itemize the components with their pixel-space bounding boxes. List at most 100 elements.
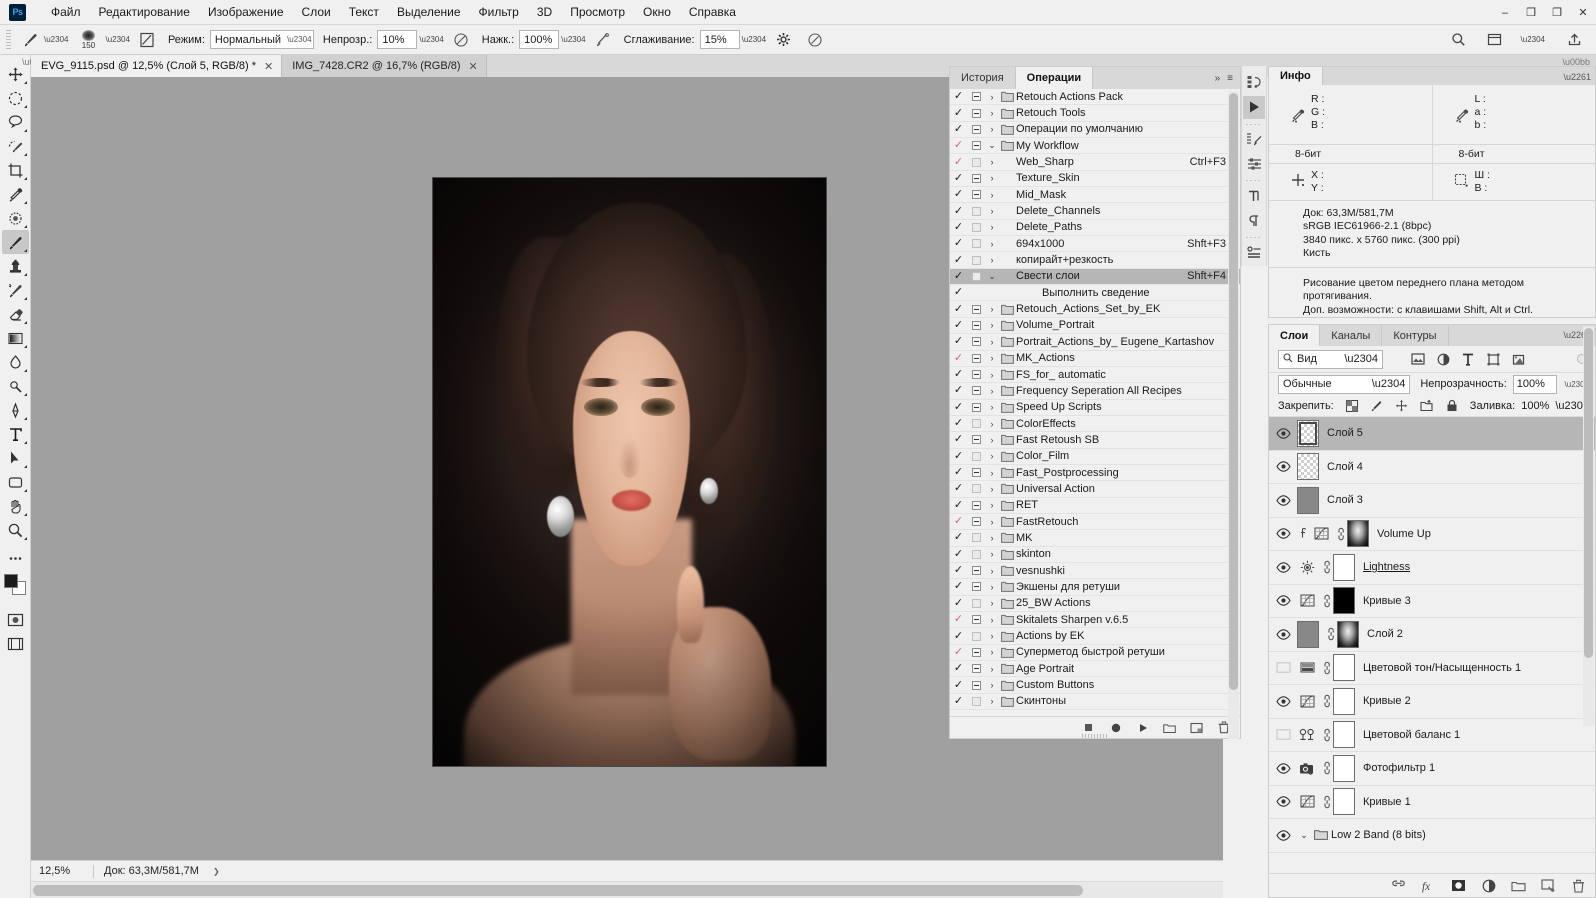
layer-mask-link-icon[interactable] [1317,761,1333,775]
menu-image[interactable]: Изображение [199,2,293,22]
layer-visibility-eye-icon[interactable] [1269,762,1297,774]
brush-presets-dock-icon[interactable] [1243,128,1265,151]
action-enabled-checkmark-icon[interactable]: ✓ [950,663,967,674]
smoothing-input[interactable]: 15% [699,30,740,49]
action-row[interactable]: ✓ › Skitalets Sharpen v.6.5 [950,612,1240,629]
action-enabled-checkmark-icon[interactable]: ✓ [950,140,967,151]
layer-name[interactable]: Lightness [1363,561,1583,573]
layer-visibility-eye-icon[interactable] [1269,796,1297,808]
action-row[interactable]: ✓ › FastRetouch [950,514,1240,531]
filter-smart-object-icon[interactable] [1511,352,1525,366]
action-dialog-toggle-icon[interactable] [967,320,985,330]
status-expand-icon[interactable]: ❯ [213,867,220,876]
layer-name[interactable]: Слой 3 [1327,494,1583,506]
brush-tool-icon[interactable] [18,28,42,52]
opacity-caret-icon[interactable]: \u2304 [417,35,448,44]
action-enabled-checkmark-icon[interactable]: ✓ [950,630,967,642]
chevron-right-icon[interactable]: › [985,566,999,576]
action-dialog-toggle-icon[interactable] [967,124,985,134]
action-dialog-toggle-icon[interactable] [967,239,985,249]
action-row[interactable]: ✓ › Retouch Actions Pack [950,89,1240,106]
layer-mask-link-icon[interactable] [1331,527,1347,541]
brush-tool[interactable] [1,230,29,254]
spot-healing-brush-tool[interactable] [2,206,29,230]
layer-name[interactable]: Слой 4 [1327,461,1583,473]
action-dialog-toggle-icon[interactable] [967,664,985,674]
layer-name[interactable]: Кривые 2 [1363,695,1583,707]
eraser-tool[interactable] [2,302,29,326]
brush-size-preview[interactable]: 150 [73,27,103,53]
layer-mask-thumbnail[interactable] [1333,687,1355,715]
action-dialog-toggle-icon[interactable] [967,696,985,706]
layer-mask-link-icon[interactable] [1317,728,1333,742]
layer-name[interactable]: Цветовой баланс 1 [1363,729,1583,741]
action-dialog-toggle-icon[interactable] [967,370,985,380]
chevron-right-icon[interactable]: › [985,222,999,232]
layer-thumbnail[interactable] [1297,419,1319,447]
action-enabled-checkmark-icon[interactable]: ✓ [950,597,967,609]
action-enabled-checkmark-icon[interactable]: ✓ [950,123,967,135]
layer-row[interactable]: Слой 2 [1269,618,1595,652]
filter-pixel-icon[interactable] [1411,352,1425,366]
chevron-right-icon[interactable]: › [985,451,999,461]
menu-edit[interactable]: Редактирование [90,2,199,22]
action-enabled-checkmark-icon[interactable]: ✓ [950,156,967,168]
chevron-right-icon[interactable]: › [985,598,999,608]
chevron-right-icon[interactable]: › [985,631,999,641]
brush-settings-panel-icon[interactable] [135,28,159,52]
layer-row[interactable]: Volume Up [1269,518,1595,551]
chevron-right-icon[interactable]: › [985,320,999,330]
hand-tool[interactable] [2,494,29,518]
tab-paths[interactable]: Контуры [1382,325,1449,346]
action-dialog-toggle-icon[interactable] [967,533,985,543]
action-row[interactable]: ✓ › vesnushki [950,563,1240,580]
brush-settings-dock-icon[interactable] [1243,153,1265,176]
action-row[interactable]: ✓ › MK [950,530,1240,547]
action-dialog-toggle-icon[interactable] [967,271,985,281]
action-dialog-toggle-icon[interactable] [967,582,985,592]
action-row[interactable]: ✓ › FS_for_ automatic [950,367,1240,384]
action-row[interactable]: ✓ ⌄ My Workflow [950,138,1240,155]
menu-layers[interactable]: Слои [293,2,340,22]
smoothing-gear-icon[interactable] [771,28,795,52]
action-dialog-toggle-icon[interactable] [967,500,985,510]
layer-visibility-eye-icon[interactable] [1269,461,1297,473]
dodge-tool[interactable] [2,374,29,398]
action-dialog-toggle-icon[interactable] [967,304,985,314]
action-dialog-toggle-icon[interactable] [967,484,985,494]
chevron-right-icon[interactable]: › [985,468,999,478]
action-row[interactable]: ✓ › Custom Buttons [950,677,1240,694]
layer-row[interactable]: Слой 4 [1269,451,1595,484]
action-dialog-toggle-icon[interactable] [967,615,985,625]
shape-tool[interactable] [2,470,29,494]
action-dialog-toggle-icon[interactable] [967,419,985,429]
chevron-right-icon[interactable]: › [985,664,999,674]
action-dialog-toggle-icon[interactable] [967,598,985,608]
collapse-panel-icon[interactable]: » [1215,73,1221,84]
foreground-color-swatch[interactable] [4,574,18,588]
action-row[interactable]: ✓ › skinton [950,547,1240,563]
action-row[interactable]: ✓ › 25_BW Actions [950,596,1240,612]
action-enabled-checkmark-icon[interactable]: ✓ [950,336,967,347]
chevron-right-icon[interactable]: › [985,696,999,706]
restore-button[interactable]: ❒ [1518,0,1544,25]
action-dialog-toggle-icon[interactable] [967,157,985,167]
action-dialog-toggle-icon[interactable] [967,206,985,216]
history-dock-icon[interactable] [1243,71,1265,94]
action-row[interactable]: ✓ Выполнить сведение [950,285,1240,302]
action-enabled-checkmark-icon[interactable]: ✓ [950,532,967,543]
chevron-right-icon[interactable]: › [985,304,999,314]
layer-name[interactable]: Volume Up [1377,528,1583,540]
lasso-tool[interactable] [2,110,29,134]
chevron-down-icon[interactable]: ⌄ [1297,830,1311,841]
del222ete-layer-icon[interactable] [1571,878,1586,893]
tab-channels[interactable]: Каналы [1320,325,1383,346]
action-dialog-toggle-icon[interactable] [967,631,985,641]
layer-fill-input[interactable]: 100% [1521,400,1549,412]
chevron-right-icon[interactable]: › [985,435,999,445]
action-row[interactable]: ✓ › Web_Sharp Ctrl+F3 [950,154,1240,171]
layer-mask-link-icon[interactable] [1317,560,1333,574]
action-dialog-toggle-icon[interactable] [967,386,985,396]
lock-all-icon[interactable] [1445,399,1459,413]
layer-filter-select[interactable]: Вид \u2304 [1278,349,1383,369]
